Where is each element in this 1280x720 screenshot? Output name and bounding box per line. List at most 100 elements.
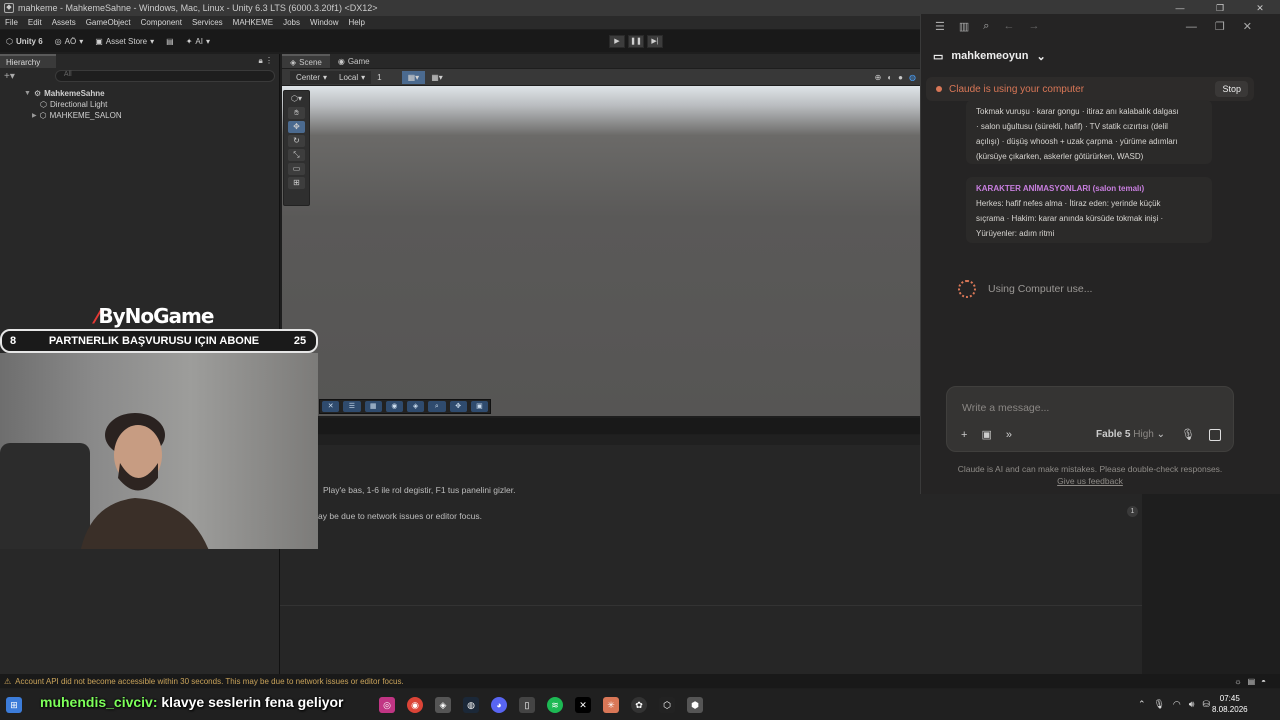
overlay-tool-icon[interactable]: ☰ (343, 401, 361, 412)
overlay-tool-icon[interactable]: ▣ (470, 401, 488, 412)
wifi-icon[interactable]: ◠ (1173, 699, 1181, 710)
scene-viewport[interactable] (282, 86, 920, 416)
back-icon[interactable]: ← (1003, 20, 1014, 32)
view-options-icon[interactable]: ⬡▾ (288, 93, 305, 105)
pivot-dropdown[interactable]: Center ▾ (290, 70, 334, 84)
overlay-tool-icon[interactable]: ✕ (322, 401, 340, 412)
instagram-icon[interactable]: ◎ (379, 696, 395, 713)
overlay-tool-icon[interactable]: ◉ (385, 401, 403, 412)
model-selector[interactable]: Fable 5 High ⌄ (1096, 429, 1165, 440)
volume-icon[interactable]: 🔊︎ (1189, 699, 1195, 710)
globe-icon[interactable]: ⊕ (875, 73, 882, 82)
sphere-icon[interactable]: ● (898, 73, 903, 82)
network-icon[interactable]: ⛁ (1202, 699, 1210, 710)
window-controls[interactable]: —❐✕ (1186, 20, 1270, 33)
message-input[interactable]: Write a message... (947, 387, 1233, 414)
menu-gameobject[interactable]: GameObject (86, 18, 131, 27)
square-icon[interactable] (1209, 428, 1221, 441)
menu-window[interactable]: Window (310, 18, 338, 27)
lock-icon[interactable]: 🔒︎ ⋮ (259, 56, 273, 66)
x-icon[interactable]: ✕ (575, 696, 591, 713)
overlay-tool-icon[interactable]: ✥ (449, 401, 467, 412)
feedback-link[interactable]: Give us feedback (920, 475, 1260, 487)
maximize-icon[interactable]: ❐ (1200, 3, 1240, 14)
hierarchy-item-directional-light[interactable]: ⬡ Directional Light (24, 99, 279, 110)
menu-file[interactable]: File (5, 18, 18, 27)
openai-icon[interactable]: ✿ (631, 696, 647, 713)
claude-icon[interactable]: ✳ (603, 696, 619, 713)
sidebar-icon[interactable]: ▥ (959, 20, 969, 33)
scene-icon: ⚙ (33, 89, 42, 98)
expand-icon[interactable]: ▼ (24, 90, 31, 97)
file-icon[interactable]: ▯ (519, 696, 535, 713)
asset-store-button[interactable]: ▣ Asset Store ▾ (89, 35, 160, 48)
account-button[interactable]: ◎ AÖ ▾ (49, 35, 90, 48)
spotify-icon[interactable]: ≋ (547, 696, 563, 713)
search-icon[interactable]: ⌕ (983, 20, 989, 33)
chevron-up-icon[interactable]: ⌃ (1138, 699, 1146, 710)
scene-root-item[interactable]: ▼ ⚙ MahkemeSahne (24, 88, 279, 99)
rect-tool-icon[interactable]: ▭ (288, 163, 305, 175)
overlay-tool-icon[interactable]: ▦ (364, 401, 382, 412)
tools-overlay: ⬡▾ ✋︎ ✥ ↻ ⤡ ▭ ⊞ (283, 90, 310, 206)
add-icon[interactable]: + (961, 429, 967, 441)
chevron-down-icon[interactable]: ⌄ (1036, 50, 1045, 63)
tab-scene[interactable]: ◈ Scene (282, 54, 330, 68)
start-icon[interactable]: ⊞ (6, 696, 22, 713)
overlay-tool-icon[interactable]: ⌕ (428, 401, 446, 412)
hand-tool-icon[interactable]: ✋︎ (288, 107, 305, 119)
stop-button[interactable]: Stop (1215, 81, 1248, 97)
status-icons[interactable]: ☼▤◓ (1234, 677, 1272, 686)
status-message[interactable]: Account API did not become accessible wi… (15, 677, 404, 686)
add-icon[interactable]: +▾ (4, 71, 15, 82)
pause-button[interactable]: ❚❚ (628, 34, 644, 48)
folder-icon[interactable]: ▣ (981, 428, 991, 441)
step-button[interactable]: ▶| (647, 34, 663, 48)
project-name[interactable]: mahkemeoyun (951, 50, 1028, 62)
ai-button[interactable]: ✦ AI ▾ (180, 35, 216, 48)
close-icon[interactable]: ✕ (1240, 3, 1280, 14)
gizmo-icon[interactable]: ◍ (909, 73, 916, 82)
unity-icon[interactable]: ⬡ (659, 696, 675, 713)
console-message[interactable]: ay be due to network issues or editor fo… (280, 495, 1142, 521)
steam-icon[interactable]: ◍ (463, 696, 479, 713)
menu-assets[interactable]: Assets (52, 18, 76, 27)
chrome-icon[interactable]: ◉ (407, 696, 423, 713)
menu-icon[interactable]: ☰ (935, 20, 945, 33)
grid-snap-icon[interactable]: ▦▾ (401, 70, 426, 84)
menu-mahkeme[interactable]: MAHKEME (233, 18, 273, 27)
app-icon[interactable]: ◈ (435, 696, 451, 713)
model-name: Fable 5 (1096, 429, 1131, 440)
microphone-icon[interactable]: 🎙︎ (1181, 428, 1195, 441)
collapse-icon[interactable]: ▶ (32, 112, 37, 119)
scale-tool-icon[interactable]: ⤡ (288, 149, 305, 161)
overlay-tool-icon[interactable]: ◈ (407, 401, 425, 412)
discord-icon[interactable]: ◕ (491, 696, 507, 713)
menu-services[interactable]: Services (192, 18, 223, 27)
move-tool-icon[interactable]: ✥ (288, 121, 305, 133)
grid-size-field[interactable]: 1 (371, 71, 387, 84)
rotate-tool-icon[interactable]: ↻ (288, 135, 305, 147)
unity-hub-icon[interactable]: ⬢ (687, 696, 703, 713)
menu-help[interactable]: Help (348, 18, 364, 27)
play-button[interactable]: ▶ (609, 34, 625, 48)
unity-account-button[interactable]: ⬡ Unity 6 (0, 35, 49, 48)
tab-game[interactable]: ◉ Game (330, 54, 378, 68)
hierarchy-search-input[interactable]: All (54, 70, 275, 82)
grid-icon[interactable]: ▦▾ (425, 71, 449, 84)
minimize-icon[interactable]: — (1160, 3, 1200, 13)
transform-tool-icon[interactable]: ⊞ (288, 177, 305, 189)
space-dropdown[interactable]: Local ▾ (333, 70, 372, 84)
forward-icon[interactable]: → (1028, 20, 1039, 32)
shading-icon[interactable]: ◐ (887, 73, 892, 82)
hierarchy-item-mahkeme-salon[interactable]: ▶ ⬡ MAHKEME_SALON (24, 110, 279, 121)
fast-forward-icon[interactable]: » (1006, 429, 1012, 441)
menu-component[interactable]: Component (141, 18, 182, 27)
scene-overlay-toolbar: ✕ ☰ ▦ ◉ ◈ ⌕ ✥ ▣ (319, 399, 491, 414)
tab-hierarchy[interactable]: Hierarchy (0, 54, 56, 68)
menu-edit[interactable]: Edit (28, 18, 42, 27)
menu-jobs[interactable]: Jobs (283, 18, 300, 27)
package-icon[interactable]: ▤ (160, 35, 180, 48)
microphone-icon[interactable]: 🎙︎ (1153, 699, 1164, 710)
system-clock[interactable]: 07:45 8.08.2026 (1212, 693, 1248, 715)
